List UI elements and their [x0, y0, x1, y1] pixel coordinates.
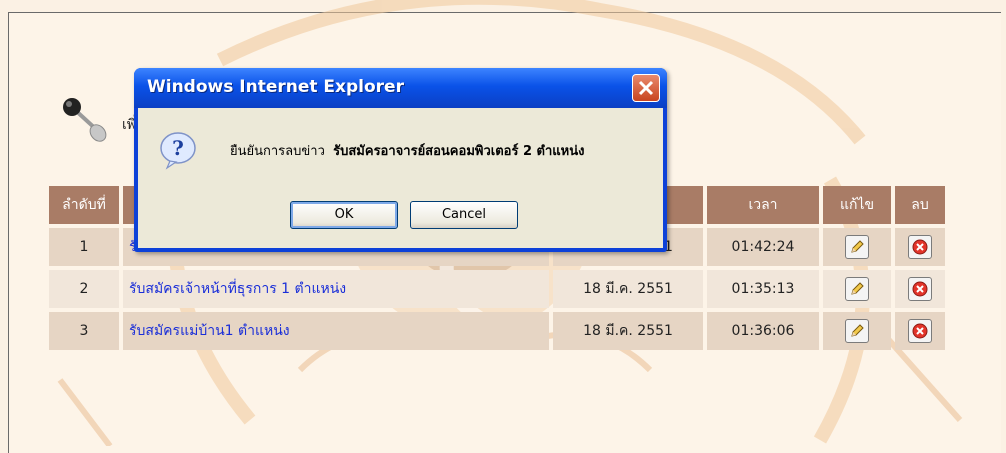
delete-icon [912, 239, 928, 255]
table-row: 3 รับสมัครแม่บ้าน1 ตำแหน่ง 18 มี.ค. 2551… [49, 312, 945, 350]
row-date: 18 มี.ค. 2551 [553, 270, 703, 308]
row-edit-cell [823, 270, 891, 308]
dialog-title: Windows Internet Explorer [147, 77, 404, 97]
delete-button[interactable] [908, 235, 932, 259]
question-icon: ? [160, 132, 196, 170]
row-time: 01:36:06 [707, 312, 819, 350]
dialog-message-subject: รับสมัครอาจารย์สอนคอมพิวเตอร์ 2 ตำแหน่ง [333, 144, 585, 159]
news-title-link[interactable]: รับสมัครเจ้าหน้าที่ธุรการ 1 ตำแหน่ง [129, 281, 346, 297]
row-date: 18 มี.ค. 2551 [553, 312, 703, 350]
close-icon [638, 80, 654, 96]
edit-button[interactable] [845, 277, 869, 301]
pencil-icon [851, 324, 864, 337]
row-delete-cell [895, 228, 945, 266]
pencil-icon [851, 240, 864, 253]
table-row: 2 รับสมัครเจ้าหน้าที่ธุรการ 1 ตำแหน่ง 18… [49, 270, 945, 308]
row-edit-cell [823, 228, 891, 266]
svg-text:?: ? [172, 136, 184, 160]
row-title: รับสมัครแม่บ้าน1 ตำแหน่ง [123, 312, 549, 350]
row-time: 01:35:13 [707, 270, 819, 308]
delete-button[interactable] [908, 319, 932, 343]
pin-icon [63, 98, 107, 142]
confirm-dialog: Windows Internet Explorer ? ยืนยันการลบข… [134, 68, 667, 252]
dialog-close-button[interactable] [632, 74, 660, 102]
delete-icon [912, 323, 928, 339]
delete-button[interactable] [908, 277, 932, 301]
ok-button[interactable]: OK [290, 201, 398, 229]
edit-button[interactable] [845, 319, 869, 343]
dialog-message-prefix: ยืนยันการลบข่าว [230, 144, 325, 159]
delete-icon [912, 281, 928, 297]
cancel-button[interactable]: Cancel [410, 201, 518, 229]
edit-button[interactable] [845, 235, 869, 259]
row-edit-cell [823, 312, 891, 350]
dialog-message: ยืนยันการลบข่าว รับสมัครอาจารย์สอนคอมพิว… [230, 140, 584, 161]
header-edit: แก้ไข [823, 186, 891, 224]
header-no: ลำดับที่ [49, 186, 119, 224]
row-title: รับสมัครเจ้าหน้าที่ธุรการ 1 ตำแหน่ง [123, 270, 549, 308]
dialog-titlebar[interactable]: Windows Internet Explorer [134, 68, 667, 108]
row-no: 3 [49, 312, 119, 350]
header-delete: ลบ [895, 186, 945, 224]
row-time: 01:42:24 [707, 228, 819, 266]
pencil-icon [851, 282, 864, 295]
dialog-body: ? ยืนยันการลบข่าว รับสมัครอาจารย์สอนคอมพ… [138, 108, 663, 248]
row-delete-cell [895, 270, 945, 308]
header-time: เวลา [707, 186, 819, 224]
row-no: 2 [49, 270, 119, 308]
news-title-link[interactable]: รับสมัครแม่บ้าน1 ตำแหน่ง [129, 323, 290, 339]
row-no: 1 [49, 228, 119, 266]
row-delete-cell [895, 312, 945, 350]
